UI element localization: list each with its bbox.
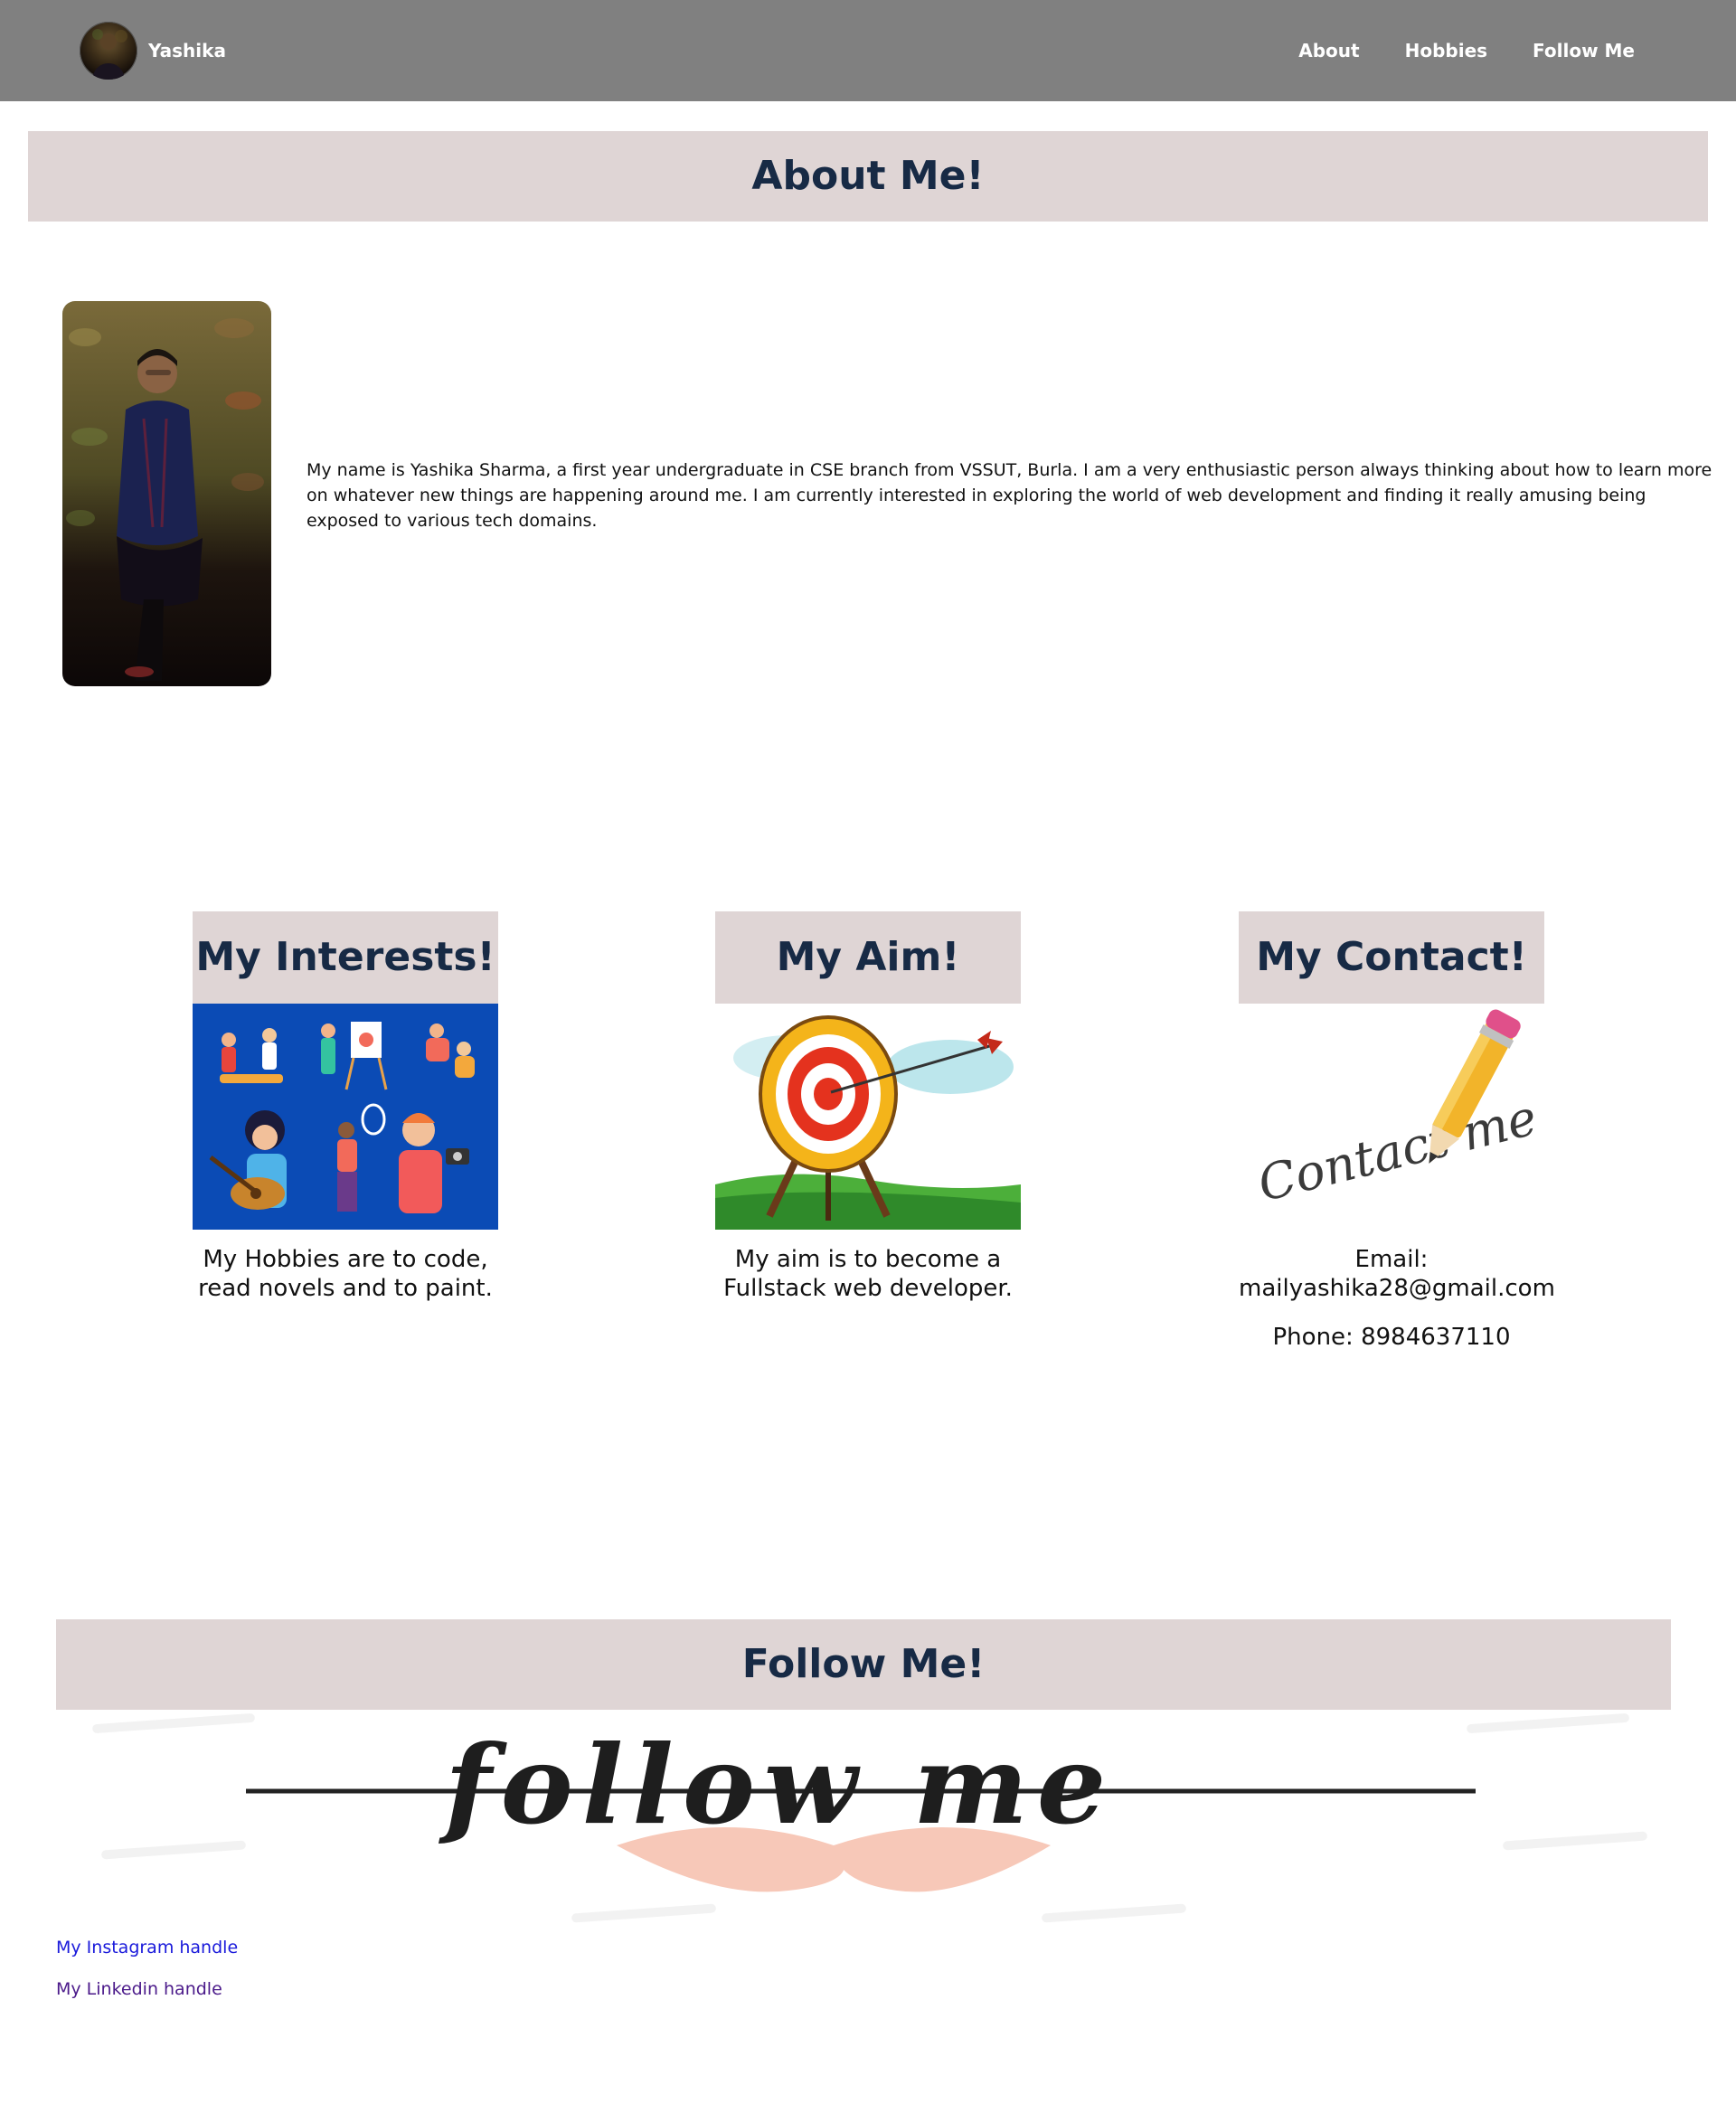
nav-links: About Hobbies Follow Me — [1253, 0, 1635, 101]
nav-link-hobbies[interactable]: Hobbies — [1405, 40, 1487, 61]
avatar-photo — [92, 29, 127, 80]
contact-heading: My Contact! — [1239, 911, 1544, 1004]
interests-text-line-2: read novels and to paint. — [198, 1275, 493, 1302]
nav-link-follow-me[interactable]: Follow Me — [1533, 40, 1635, 61]
avatar — [80, 22, 137, 80]
aim-heading: My Aim! — [715, 911, 1021, 1004]
aim-text-line-1: My aim is to become a — [734, 1246, 1002, 1273]
profile-photo — [62, 301, 271, 686]
target-illustration — [715, 1004, 1021, 1230]
brand[interactable]: Yashika — [80, 22, 226, 80]
contact-me-illustration: Contact me — [1239, 1004, 1544, 1230]
contact-email-label: Email: — [1354, 1246, 1429, 1273]
about-heading: About Me! — [28, 131, 1708, 222]
nav-link-about[interactable]: About — [1298, 40, 1359, 61]
follow-me-image-text: follow me — [438, 1722, 1115, 1849]
interests-text: My Hobbies are to code, read novels and … — [193, 1245, 498, 1303]
navbar: Yashika About Hobbies Follow Me — [0, 0, 1736, 101]
about-paragraph: My name is Yashika Sharma, a first year … — [307, 460, 1712, 531]
instagram-link[interactable]: My Instagram handle — [56, 1938, 238, 1957]
contact-text: Email: mailyashika28@gmail.com Phone: 89… — [1239, 1245, 1555, 1352]
aim-text: My aim is to become a Fullstack web deve… — [715, 1245, 1021, 1303]
contact-phone: Phone: 8984637110 — [1272, 1324, 1511, 1351]
brand-name: Yashika — [148, 40, 226, 61]
interests-heading: My Interests! — [193, 911, 498, 1004]
follow-me-image: follow me — [56, 1710, 1671, 1936]
aim-text-line-2: Fullstack web developer. — [723, 1275, 1013, 1302]
hobbies-illustration — [193, 1004, 498, 1230]
interests-text-line-1: My Hobbies are to code, — [203, 1246, 488, 1273]
contact-email: mailyashika28@gmail.com — [1239, 1275, 1555, 1302]
follow-heading: Follow Me! — [56, 1619, 1671, 1710]
linkedin-link[interactable]: My Linkedin handle — [56, 1979, 222, 1999]
